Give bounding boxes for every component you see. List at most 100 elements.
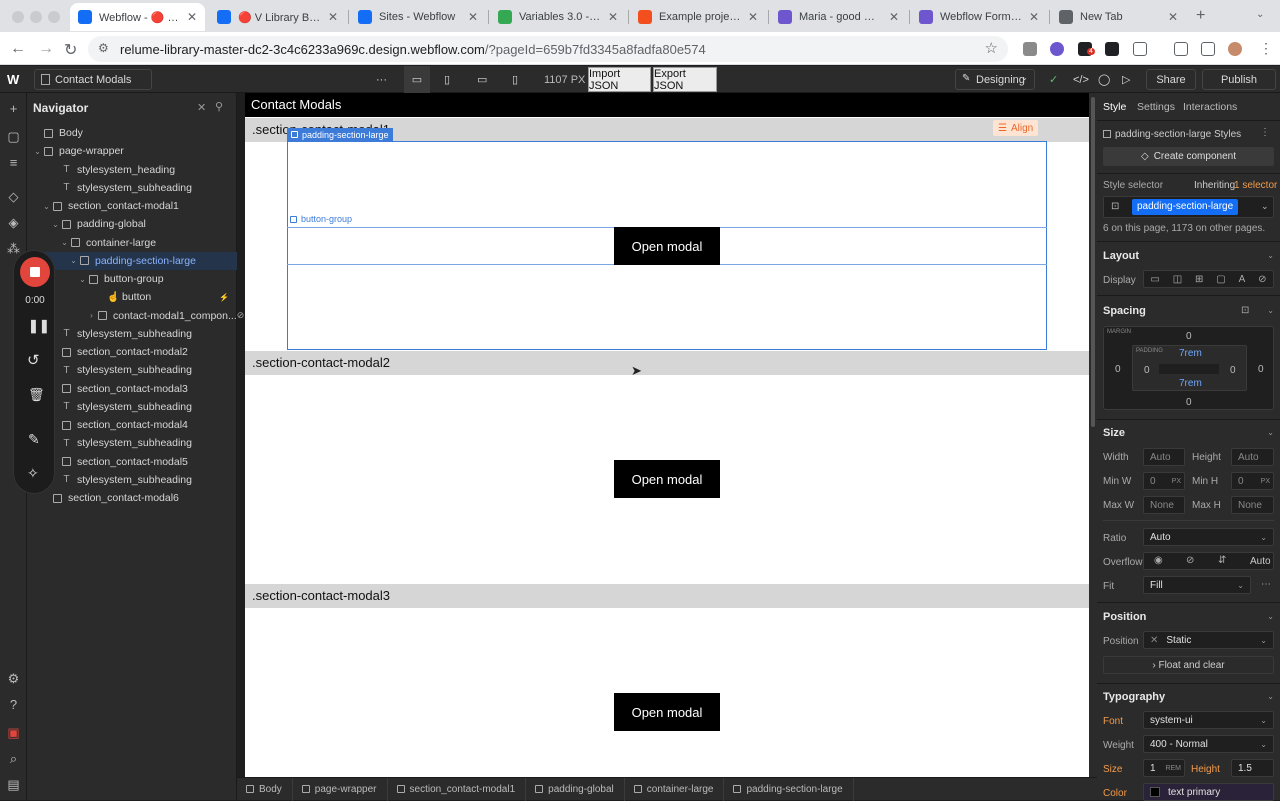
navigator-item[interactable]: ⌄ padding-global xyxy=(27,215,237,233)
mode-selector[interactable]: ✎ Designing ⌄ xyxy=(955,69,1035,90)
export-json-button[interactable]: Export JSON xyxy=(653,67,717,92)
chevron-down-icon[interactable]: ⌄ xyxy=(1267,612,1274,621)
navigator-item[interactable]: ⌄ button-group xyxy=(27,270,237,288)
search-icon[interactable]: ⌕ xyxy=(6,751,21,766)
max-width-field[interactable]: None xyxy=(1143,496,1185,514)
comments-icon[interactable]: ◯ xyxy=(1098,66,1110,93)
font-size-unit[interactable]: REM xyxy=(1165,765,1181,772)
display-block-icon[interactable]: ▭ xyxy=(1150,274,1159,285)
inheriting-count[interactable]: 1 selector xyxy=(1234,180,1277,191)
breadcrumb-item[interactable]: Body xyxy=(237,777,293,801)
display-flex-icon[interactable]: ◫ xyxy=(1173,274,1182,285)
breadcrumb-item[interactable]: padding-global xyxy=(526,777,625,801)
navigator-item[interactable]: Tstylesystem_subheading xyxy=(27,434,237,452)
weight-select[interactable]: 400 - Normal ⌄ xyxy=(1143,735,1274,753)
tab-close-icon[interactable]: ✕ xyxy=(187,10,197,24)
navigator-item[interactable]: section_contact-modal6 xyxy=(27,489,237,507)
mobile-portrait-breakpoint-icon[interactable]: ▯ xyxy=(512,66,518,93)
position-section-title[interactable]: Position xyxy=(1103,611,1146,623)
navigator-item[interactable]: ⌄ page-wrapper xyxy=(27,142,237,160)
margin-top[interactable]: 0 xyxy=(1186,331,1192,342)
pin-icon[interactable]: ⚲ xyxy=(215,100,223,113)
chevron-down-icon[interactable]: ⌄ xyxy=(1267,428,1274,437)
selector-tag[interactable]: padding-section-large xyxy=(1132,199,1239,215)
camera-extension-icon[interactable] xyxy=(1023,42,1037,56)
tab-close-icon[interactable]: ✕ xyxy=(748,10,758,24)
chevron-down-icon[interactable]: ⌄ xyxy=(1267,692,1274,701)
settings-icon[interactable]: ⚙ xyxy=(6,671,21,686)
pause-icon[interactable]: ❚❚ xyxy=(28,318,50,334)
figma-extension-icon[interactable] xyxy=(1105,42,1119,56)
margin-left[interactable]: 0 xyxy=(1115,364,1121,375)
stop-record-button[interactable] xyxy=(20,257,50,287)
publish-button[interactable]: Publish xyxy=(1202,69,1276,90)
navigator-icon[interactable]: ≡ xyxy=(6,155,21,170)
chevron-down-icon[interactable]: ⌄ xyxy=(1267,306,1274,315)
webflow-logo-icon[interactable]: W xyxy=(7,66,19,93)
navigator-item[interactable]: section_contact-modal4 xyxy=(27,416,237,434)
font-size-field[interactable]: 1 REM xyxy=(1143,759,1185,777)
tab-close-icon[interactable]: ✕ xyxy=(1029,10,1039,24)
min-width-field[interactable]: 0 PX xyxy=(1143,472,1185,490)
navigator-item[interactable]: Tstylesystem_subheading xyxy=(27,398,237,416)
caret-icon[interactable]: ⌄ xyxy=(42,202,51,211)
tab-media-icon[interactable] xyxy=(1174,42,1188,56)
browser-tab[interactable]: Webflow - 🔴 V Libr ✕ xyxy=(70,3,205,31)
display-none-icon[interactable]: ⊘ xyxy=(1258,274,1266,285)
color-field[interactable]: text primary xyxy=(1143,783,1274,801)
min-width-unit[interactable]: PX xyxy=(1172,478,1181,485)
tab-close-icon[interactable]: ✕ xyxy=(889,10,899,24)
chevron-down-icon[interactable]: ⌄ xyxy=(1261,201,1269,212)
window-minimize-dot[interactable] xyxy=(30,11,42,23)
overflow-visible-icon[interactable]: ◉ xyxy=(1154,555,1163,566)
profile-avatar[interactable] xyxy=(1228,42,1242,56)
overflow-scroll-icon[interactable]: ⇵ xyxy=(1218,555,1226,566)
more-options-button[interactable]: ··· xyxy=(376,66,387,93)
navigator-item[interactable]: Tstylesystem_heading xyxy=(27,161,237,179)
max-height-field[interactable]: None xyxy=(1231,496,1274,514)
components-icon[interactable]: ◇ xyxy=(6,189,21,204)
breadcrumb-item[interactable]: page-wrapper xyxy=(293,777,388,801)
open-modal-button-3[interactable]: Open modal xyxy=(614,693,720,731)
overflow-hidden-icon[interactable]: ⊘ xyxy=(1186,555,1194,566)
fit-select[interactable]: Fill ⌄ xyxy=(1143,576,1251,594)
navigator-item[interactable]: section_contact-modal2 xyxy=(27,343,237,361)
chevron-down-icon[interactable]: ⌄ xyxy=(1267,251,1274,260)
caret-icon[interactable]: ⌄ xyxy=(60,238,69,247)
size-section-title[interactable]: Size xyxy=(1103,427,1125,439)
reload-icon[interactable]: ↻ xyxy=(64,40,77,60)
side-panel-icon[interactable] xyxy=(1201,42,1215,56)
breadcrumb-item[interactable]: padding-section-large xyxy=(724,777,854,801)
navigator-item[interactable]: Tstylesystem_subheading xyxy=(27,361,237,379)
browser-tab[interactable]: Sites - Webflow ✕ xyxy=(350,3,486,31)
navigator-item[interactable]: Tstylesystem_subheading xyxy=(27,325,237,343)
font-select[interactable]: system-ui ⌄ xyxy=(1143,711,1274,729)
draw-pen-icon[interactable]: ✎ xyxy=(28,431,40,448)
create-component-button[interactable]: ◇ Create component xyxy=(1103,147,1274,166)
magic-wand-icon[interactable]: ✧ xyxy=(27,465,39,482)
float-and-clear-button[interactable]: › Float and clear xyxy=(1103,656,1274,674)
navigator-item[interactable]: section_contact-modal5 xyxy=(27,453,237,471)
tab-settings[interactable]: Settings xyxy=(1137,101,1175,113)
spacing-preset-icon[interactable]: ⊡ xyxy=(1241,305,1249,316)
code-icon[interactable]: </> xyxy=(1073,66,1089,93)
padding-left[interactable]: 0 xyxy=(1144,365,1150,376)
import-json-button[interactable]: Import JSON xyxy=(588,67,651,92)
browser-tab[interactable]: Webflow Form not c ✕ xyxy=(911,3,1047,31)
breadcrumb-item[interactable]: section_contact-modal1 xyxy=(388,777,527,801)
restart-icon[interactable]: ↺ xyxy=(27,351,40,369)
asterisk-extension-icon[interactable] xyxy=(1050,42,1064,56)
browser-tab[interactable]: Variables 3.0 - Goo ✕ xyxy=(490,3,626,31)
display-inline-icon[interactable]: A xyxy=(1239,274,1246,285)
tab-close-icon[interactable]: ✕ xyxy=(608,10,618,24)
section-heading-2[interactable]: .section-contact-modal2 xyxy=(245,351,1089,375)
new-tab-button[interactable]: + xyxy=(1196,7,1205,25)
navigator-item[interactable]: ⌄ padding-section-large xyxy=(27,251,237,270)
tab-close-icon[interactable]: ✕ xyxy=(1168,10,1178,24)
tab-search-chevron-icon[interactable]: ⌄ xyxy=(1256,9,1264,20)
page-selector[interactable]: Contact Modals xyxy=(34,69,152,90)
position-select[interactable]: ✕ Static ⌄ xyxy=(1143,631,1274,649)
window-zoom-dot[interactable] xyxy=(48,11,60,23)
pages-icon[interactable]: ▢ xyxy=(6,129,21,144)
min-height-unit[interactable]: PX xyxy=(1261,478,1270,485)
